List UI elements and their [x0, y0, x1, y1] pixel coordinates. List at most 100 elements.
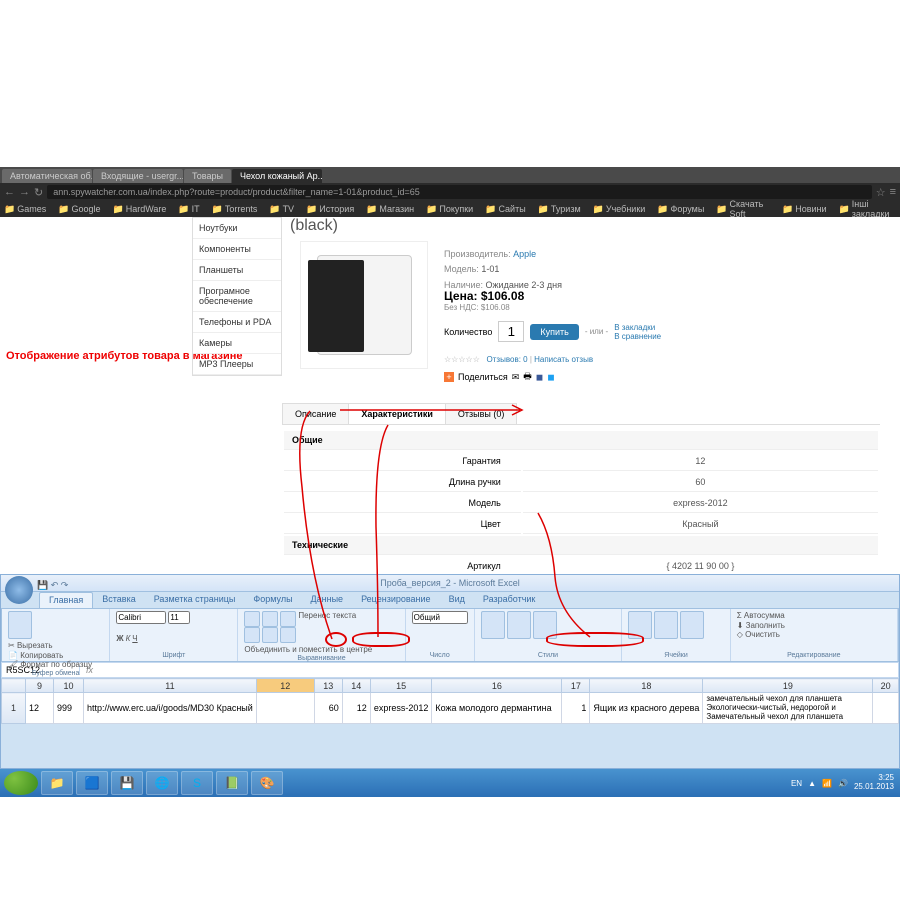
bookmark-folder[interactable]: 📁 Учебники — [593, 204, 646, 215]
lang-indicator[interactable]: EN — [791, 779, 802, 788]
bookmark-folder[interactable]: 📁 TV — [269, 204, 294, 215]
merge-button[interactable]: Объединить и поместить в центре — [244, 645, 372, 655]
url-field[interactable]: ann.spywatcher.com.ua/index.php?route=pr… — [47, 185, 871, 199]
paste-icon[interactable] — [8, 611, 32, 639]
font-select[interactable] — [116, 611, 166, 624]
sidebar-item[interactable]: Телефоны и PDA — [193, 312, 281, 333]
font-size[interactable] — [168, 611, 190, 624]
bookmark-folder[interactable]: 📁 Туризм — [538, 204, 581, 215]
insert-icon[interactable] — [628, 611, 652, 639]
bookmark-folder[interactable]: 📁 Google — [58, 204, 100, 215]
taskbar-skype-icon[interactable]: S — [181, 771, 213, 795]
format-table-icon[interactable] — [507, 611, 531, 639]
taskbar-chrome-icon[interactable]: 🌐 — [146, 771, 178, 795]
ribbon-tab-home[interactable]: Главная — [39, 592, 93, 608]
other-bookmarks[interactable]: 📁 Інші закладки — [839, 199, 896, 219]
taskbar-app-icon[interactable]: 💾 — [111, 771, 143, 795]
tray-icon[interactable]: ▲ — [808, 779, 816, 788]
write-review-link[interactable]: Написать отзыв — [534, 355, 593, 364]
office-button[interactable] — [5, 576, 33, 604]
browser-tab[interactable]: Автоматическая об... — [2, 169, 92, 183]
table-row[interactable]: 1 12999 http://www.erc.ua/i/goods/MD30 К… — [2, 693, 899, 724]
clock[interactable]: 3:2525.01.2013 — [854, 774, 894, 792]
tab-description[interactable]: Описание — [282, 403, 349, 424]
ribbon-tab[interactable]: Разработчик — [474, 592, 544, 608]
format-icon[interactable] — [680, 611, 704, 639]
align-icon[interactable] — [244, 627, 260, 643]
sidebar-item[interactable]: Ноутбуки — [193, 218, 281, 239]
taskbar-explorer-icon[interactable]: 📁 — [41, 771, 73, 795]
buy-button[interactable]: Купить — [530, 324, 578, 340]
manufacturer-link[interactable]: Apple — [513, 249, 536, 259]
bookmark-folder[interactable]: 📁 Сайты — [485, 204, 525, 215]
bookmark-folder[interactable]: 📁 Форумы — [657, 204, 704, 215]
facebook-icon[interactable]: ◼ — [536, 372, 543, 383]
cut-button[interactable]: ✂ Вырезать — [8, 641, 92, 651]
wrench-icon[interactable]: ≡ — [890, 186, 896, 198]
fill-button[interactable]: ⬇ Заполнить — [737, 621, 891, 631]
bookmark-folder[interactable]: 📁 Games — [4, 204, 46, 215]
ribbon-tab[interactable]: Данные — [302, 592, 353, 608]
copy-button[interactable]: 📄 Копировать — [8, 651, 92, 661]
bookmark-folder[interactable]: 📁 Новини — [782, 204, 827, 215]
tab-specifications[interactable]: Характеристики — [348, 403, 445, 424]
ribbon-tab[interactable]: Рецензирование — [352, 592, 440, 608]
ribbon-tab[interactable]: Формулы — [244, 592, 301, 608]
share-icon[interactable]: + — [444, 372, 454, 382]
bookmark-folder[interactable]: 📁 Покупки — [426, 204, 473, 215]
tab-reviews[interactable]: Отзывы (0) — [445, 403, 517, 424]
reviews-link[interactable]: Отзывов: 0 — [487, 355, 528, 364]
forward-icon[interactable]: → — [19, 186, 30, 198]
cond-format-icon[interactable] — [481, 611, 505, 639]
system-tray[interactable]: EN ▲ 📶 🔊 3:2525.01.2013 — [791, 774, 894, 792]
network-icon[interactable]: 📶 — [822, 779, 832, 788]
taskbar-paint-icon[interactable]: 🎨 — [251, 771, 283, 795]
reload-icon[interactable]: ↻ — [34, 186, 43, 199]
clear-button[interactable]: ◇ Очистить — [737, 630, 891, 640]
number-format[interactable] — [412, 611, 468, 624]
taskbar-app-icon[interactable]: 🟦 — [76, 771, 108, 795]
bookmark-folder[interactable]: 📁 Магазин — [366, 204, 414, 215]
align-icon[interactable] — [262, 611, 278, 627]
autosum-button[interactable]: Σ Автосумма — [737, 611, 891, 621]
underline-icon[interactable]: Ч — [132, 634, 137, 643]
sidebar-item[interactable]: MP3 Плееры — [193, 354, 281, 375]
align-icon[interactable] — [262, 627, 278, 643]
cell-styles-icon[interactable] — [533, 611, 557, 639]
quick-access-toolbar[interactable]: 💾 ↶ ↷ — [37, 577, 68, 594]
align-icon[interactable] — [280, 611, 296, 627]
ribbon-tab[interactable]: Вставка — [93, 592, 144, 608]
bookmark-folder[interactable]: 📁 История — [306, 204, 354, 215]
back-icon[interactable]: ← — [4, 186, 15, 198]
sidebar-item[interactable]: Планшеты — [193, 260, 281, 281]
start-button[interactable] — [4, 771, 38, 795]
print-icon[interactable]: 🖶 — [523, 369, 532, 385]
wrap-text-button[interactable]: Перенос текста — [298, 611, 356, 621]
ribbon-tab[interactable]: Вид — [440, 592, 474, 608]
product-image[interactable] — [300, 241, 428, 369]
twitter-icon[interactable]: ◼ — [547, 372, 554, 383]
browser-tab-active[interactable]: Чехол кожаный Ap... — [232, 169, 322, 183]
sidebar-item[interactable]: Камеры — [193, 333, 281, 354]
bookmark-folder[interactable]: 📁 HardWare — [112, 204, 166, 215]
star-icon[interactable]: ☆ — [876, 186, 886, 199]
sidebar-item[interactable]: Компоненты — [193, 239, 281, 260]
sidebar-item[interactable]: Програмное обеспечение — [193, 281, 281, 312]
compare-link[interactable]: В сравнение — [614, 332, 661, 341]
taskbar-excel-icon[interactable]: 📗 — [216, 771, 248, 795]
bookmark-folder[interactable]: 📁 Torrents — [212, 204, 258, 215]
italic-icon[interactable]: К — [126, 634, 131, 643]
spreadsheet-grid[interactable]: 91011121314151617181920 1 12999 http://w… — [1, 678, 899, 724]
bookmark-folder[interactable]: 📁 IT — [178, 204, 199, 215]
qty-input[interactable] — [498, 321, 524, 342]
browser-tab[interactable]: Входящие - usergr... — [93, 169, 183, 183]
bookmark-folder[interactable]: 📁 Скачать Soft — [716, 199, 770, 219]
align-icon[interactable] — [280, 627, 296, 643]
browser-tab[interactable]: Товары — [184, 169, 231, 183]
volume-icon[interactable]: 🔊 — [838, 779, 848, 788]
wishlist-link[interactable]: В закладки — [614, 323, 661, 332]
mail-icon[interactable]: ✉ — [512, 372, 520, 383]
delete-icon[interactable] — [654, 611, 678, 639]
format-painter-button[interactable]: 🖌 Формат по образцу — [8, 660, 92, 670]
ribbon-tab[interactable]: Разметка страницы — [145, 592, 245, 608]
